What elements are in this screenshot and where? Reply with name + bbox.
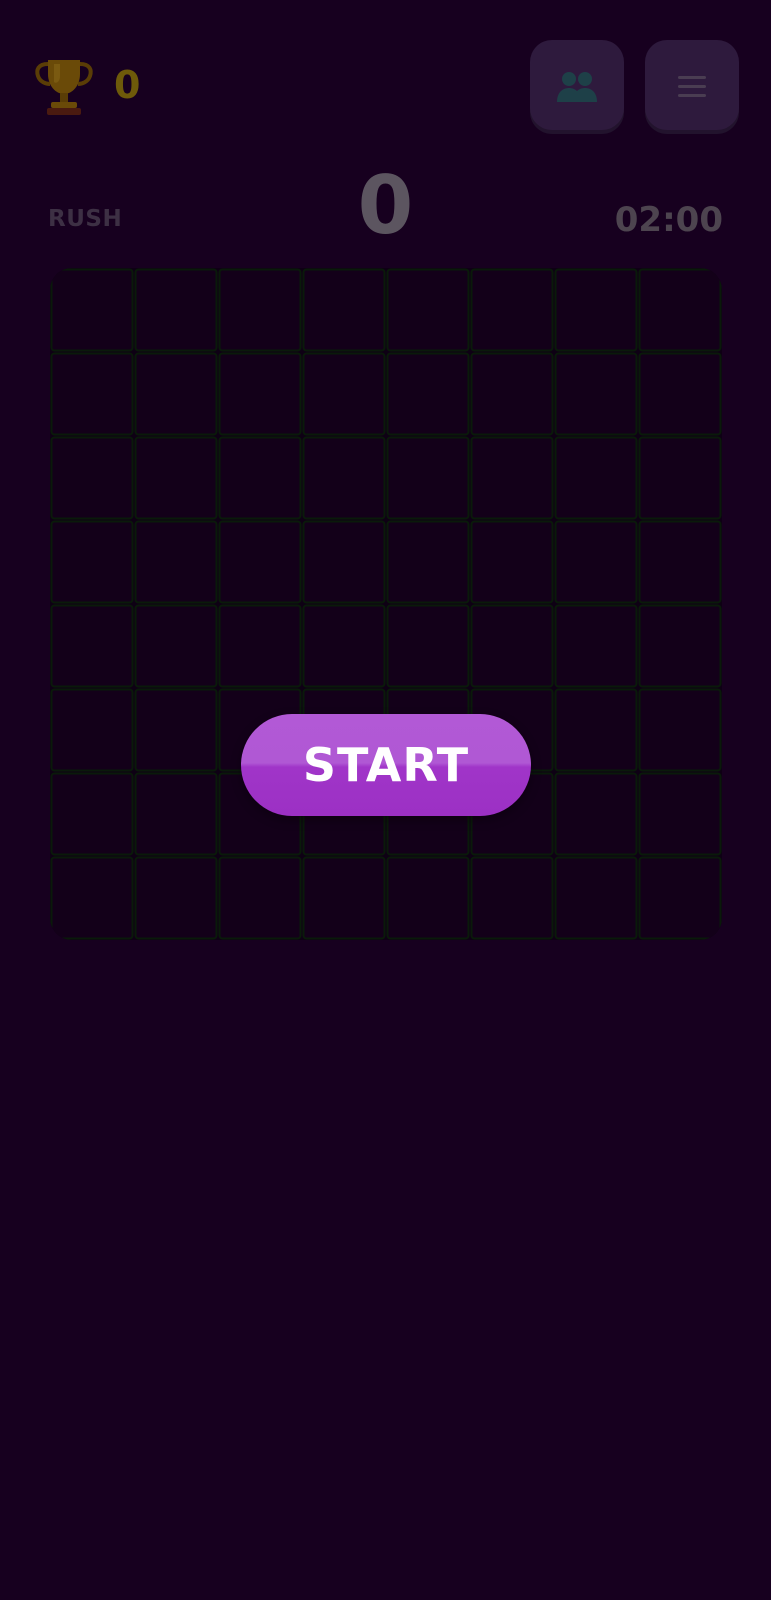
players-button[interactable] bbox=[530, 40, 624, 134]
board-cell[interactable] bbox=[470, 436, 554, 520]
board-cell[interactable] bbox=[302, 352, 386, 436]
board-cell[interactable] bbox=[50, 772, 134, 856]
board-cell[interactable] bbox=[302, 436, 386, 520]
board-cell[interactable] bbox=[134, 856, 218, 940]
board-cell[interactable] bbox=[470, 604, 554, 688]
board-cell[interactable] bbox=[302, 520, 386, 604]
best-score: 0 bbox=[114, 63, 141, 107]
board-cell[interactable] bbox=[386, 268, 470, 352]
board-cell[interactable] bbox=[302, 268, 386, 352]
game-board[interactable] bbox=[50, 268, 722, 940]
board-cell[interactable] bbox=[386, 436, 470, 520]
board-cell[interactable] bbox=[134, 772, 218, 856]
board-cell[interactable] bbox=[50, 352, 134, 436]
board-cell[interactable] bbox=[218, 856, 302, 940]
start-button[interactable]: START bbox=[241, 714, 531, 816]
board-cell[interactable] bbox=[134, 604, 218, 688]
board-cell[interactable] bbox=[134, 688, 218, 772]
board-cell[interactable] bbox=[470, 520, 554, 604]
board-cell[interactable] bbox=[554, 268, 638, 352]
board-cell[interactable] bbox=[554, 436, 638, 520]
board-cell[interactable] bbox=[50, 520, 134, 604]
board-cell[interactable] bbox=[50, 604, 134, 688]
board-cell[interactable] bbox=[554, 688, 638, 772]
board-cell[interactable] bbox=[554, 772, 638, 856]
board-cell[interactable] bbox=[554, 856, 638, 940]
board-cell[interactable] bbox=[50, 436, 134, 520]
board-cell[interactable] bbox=[50, 856, 134, 940]
board-cell[interactable] bbox=[302, 604, 386, 688]
board-cell[interactable] bbox=[50, 688, 134, 772]
board-cell[interactable] bbox=[218, 520, 302, 604]
menu-icon bbox=[678, 76, 706, 97]
start-button-label: START bbox=[302, 738, 470, 792]
board-cell[interactable] bbox=[638, 352, 722, 436]
top-bar: 0 bbox=[0, 0, 771, 150]
board-cell[interactable] bbox=[218, 604, 302, 688]
board-cell[interactable] bbox=[218, 436, 302, 520]
board-cell[interactable] bbox=[134, 352, 218, 436]
board-cell[interactable] bbox=[554, 604, 638, 688]
trophy-icon bbox=[35, 60, 93, 115]
board-cell[interactable] bbox=[638, 688, 722, 772]
board-cell[interactable] bbox=[638, 772, 722, 856]
board-cell[interactable] bbox=[638, 520, 722, 604]
board-grid bbox=[50, 268, 722, 940]
board-cell[interactable] bbox=[470, 856, 554, 940]
board-cell[interactable] bbox=[386, 352, 470, 436]
board-cell[interactable] bbox=[638, 604, 722, 688]
board-cell[interactable] bbox=[638, 436, 722, 520]
players-icon bbox=[557, 72, 597, 102]
board-cell[interactable] bbox=[386, 520, 470, 604]
board-cell[interactable] bbox=[554, 520, 638, 604]
board-cell[interactable] bbox=[218, 352, 302, 436]
board-cell[interactable] bbox=[554, 352, 638, 436]
board-cell[interactable] bbox=[218, 268, 302, 352]
board-cell[interactable] bbox=[386, 856, 470, 940]
board-cell[interactable] bbox=[50, 268, 134, 352]
board-cell[interactable] bbox=[134, 268, 218, 352]
board-cell[interactable] bbox=[638, 268, 722, 352]
menu-button[interactable] bbox=[645, 40, 739, 134]
countdown-timer: 02:00 bbox=[614, 200, 723, 240]
board-cell[interactable] bbox=[302, 856, 386, 940]
board-cell[interactable] bbox=[386, 604, 470, 688]
board-cell[interactable] bbox=[470, 352, 554, 436]
board-cell[interactable] bbox=[470, 268, 554, 352]
board-cell[interactable] bbox=[134, 436, 218, 520]
board-cell[interactable] bbox=[638, 856, 722, 940]
board-cell[interactable] bbox=[134, 520, 218, 604]
